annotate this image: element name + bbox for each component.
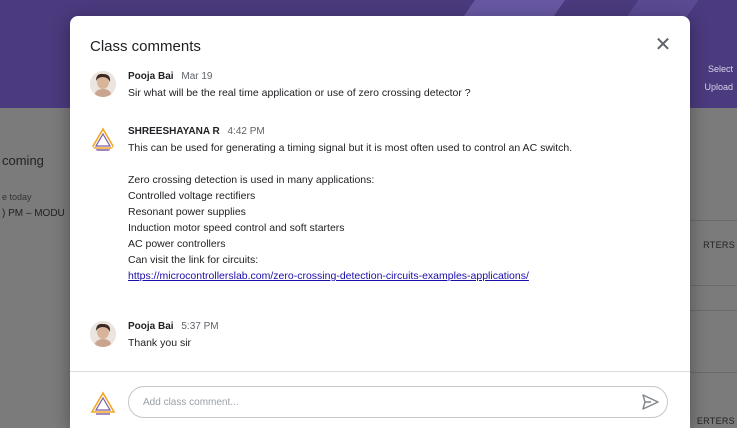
comment-blank-line — [128, 156, 668, 172]
comment-header: Pooja Bai 5:37 PM — [128, 321, 668, 335]
dialog-title: Class comments — [90, 38, 201, 55]
current-user-avatar — [90, 390, 116, 416]
comment-body: Pooja Bai 5:37 PM Thank you sir — [128, 321, 668, 351]
class-comments-dialog: Class comments ✕ Pooja Bai Mar 19 Sir wh… — [70, 16, 690, 428]
user-photo-icon — [90, 71, 116, 97]
comment-text: Controlled voltage rectifiers — [128, 190, 256, 202]
comment-timestamp: Mar 19 — [181, 71, 213, 82]
banner-select-text: Select — [707, 64, 733, 74]
divider — [687, 285, 737, 286]
comment-text: Can visit the link for circuits: — [128, 254, 259, 266]
comment-text: Induction motor speed control and soft s… — [128, 222, 345, 234]
comment-text: AC power controllers — [128, 238, 226, 250]
comment-text: This can be used for generating a timing… — [128, 142, 573, 154]
user-photo-icon — [90, 321, 116, 347]
comment-input[interactable] — [128, 386, 668, 418]
comment-text: Sir what will be the real time applicati… — [128, 87, 471, 99]
avatar — [90, 321, 116, 347]
close-button[interactable]: ✕ — [652, 34, 674, 56]
comment-text: Resonant power supplies — [128, 206, 246, 218]
comment-body: Pooja Bai Mar 19 Sir what will be the re… — [128, 71, 668, 101]
stream-item-title: RTERS — [703, 240, 735, 250]
comment-timestamp: 4:42 PM — [227, 126, 265, 137]
comment-timestamp: 5:37 PM — [181, 321, 219, 332]
send-icon — [642, 394, 659, 410]
upcoming-item: ) PM – MODU — [2, 208, 65, 219]
banner-upload-text: Upload — [704, 82, 733, 92]
send-button[interactable] — [640, 392, 660, 412]
comment-author: SHREESHAYANA R — [128, 126, 220, 137]
triangle-logo-icon — [90, 127, 116, 151]
upcoming-due: e today — [2, 192, 32, 202]
comment-header: Pooja Bai Mar 19 — [128, 71, 668, 85]
close-icon: ✕ — [654, 34, 672, 56]
comment-body: SHREESHAYANA R 4:42 PM This can be used … — [128, 126, 668, 284]
comment-author: Pooja Bai — [128, 321, 174, 332]
divider — [687, 310, 737, 311]
comment-link[interactable]: https://microcontrollerslab.com/zero-cro… — [128, 268, 668, 284]
stream-item-title: ERTERS — [696, 416, 735, 426]
avatar — [90, 71, 116, 97]
triangle-logo-icon — [90, 391, 116, 415]
avatar — [90, 126, 116, 152]
upcoming-title: coming — [2, 153, 44, 168]
comment-author: Pooja Bai — [128, 71, 174, 82]
comment-composer — [70, 371, 690, 428]
comment-text: Thank you sir — [128, 337, 192, 349]
comment-text: Zero crossing detection is used in many … — [128, 174, 375, 186]
comment-header: SHREESHAYANA R 4:42 PM — [128, 126, 668, 140]
divider — [687, 372, 737, 373]
divider — [687, 220, 737, 221]
